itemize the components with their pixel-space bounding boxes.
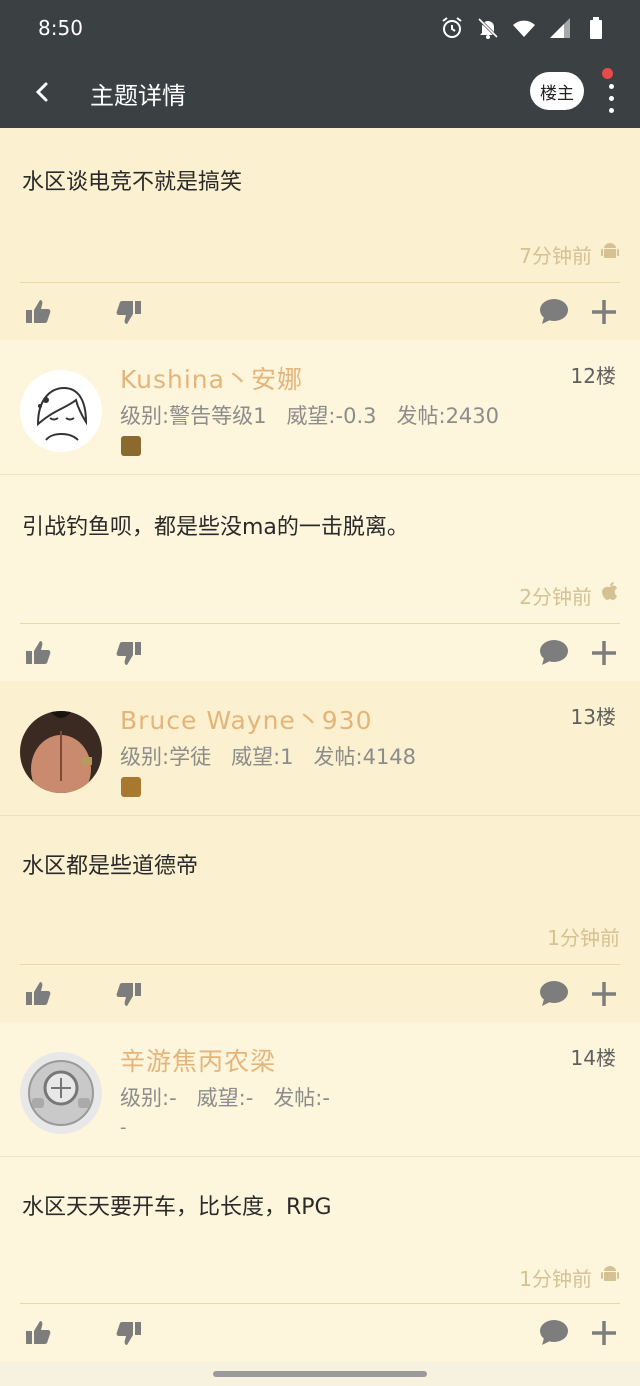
reply-list: 水区谈电竞不就是搞笑 7分钟前 Kushina丶安娜 12楼 级别:警告等级1 … [0, 128, 640, 1367]
user-stats: 级别:警告等级1 威望:-0.3 发帖:2430 [120, 400, 519, 430]
add-icon[interactable] [588, 1317, 620, 1349]
thumbs-down-icon[interactable] [113, 637, 145, 669]
wifi-icon [512, 16, 536, 40]
username[interactable]: Kushina丶安娜 [120, 360, 303, 396]
home-indicator[interactable] [0, 1362, 640, 1386]
thumbs-down-icon[interactable] [113, 296, 145, 328]
user-header: Kushina丶安娜 12楼 级别:警告等级1 威望:-0.3 发帖:2430 [0, 340, 640, 474]
add-icon[interactable] [588, 637, 620, 669]
add-icon[interactable] [588, 296, 620, 328]
add-icon[interactable] [588, 978, 620, 1010]
cellular-signal-icon [548, 16, 572, 40]
thumbs-down-icon[interactable] [113, 1317, 145, 1349]
user-post-count: 发帖:2430 [396, 404, 500, 428]
post-content: 水区谈电竞不就是搞笑 [22, 170, 243, 195]
post-time: 7分钟前 [519, 244, 592, 268]
user-stats: 级别:- 威望:- 发帖:- [120, 1082, 350, 1112]
post-time: 1分钟前 [519, 1267, 592, 1291]
comment-icon[interactable] [538, 978, 570, 1010]
post-content: 引战钓鱼呗，都是些没ma的一击脱离。 [22, 515, 409, 540]
apple-icon [600, 581, 620, 601]
owner-only-button[interactable]: 楼主 [530, 72, 584, 110]
username[interactable]: 辛游焦丙农梁 [120, 1042, 276, 1078]
floor-number: 13楼 [570, 705, 616, 729]
comment-icon[interactable] [538, 637, 570, 669]
user-extra: - [120, 1117, 127, 1138]
post-actions [0, 966, 640, 1022]
user-post-count: 发帖:4148 [313, 745, 417, 769]
username[interactable]: Bruce Wayne丶930 [120, 701, 373, 737]
post-item: 水区都是些道德帝 1分钟前 [0, 815, 640, 1022]
user-level: 级别:- [120, 1086, 177, 1110]
thumbs-down-icon[interactable] [113, 978, 145, 1010]
user-level: 级别:学徒 [120, 745, 212, 769]
status-icons [440, 16, 608, 40]
thumbs-up-icon[interactable] [22, 978, 54, 1010]
more-options-icon[interactable] [600, 68, 622, 116]
comment-icon[interactable] [538, 1317, 570, 1349]
post-content: 水区天天要开车，比长度，RPG [22, 1195, 332, 1220]
post-time: 1分钟前 [547, 926, 620, 950]
user-post-count: 发帖:- [273, 1086, 330, 1110]
thumbs-up-icon[interactable] [22, 1317, 54, 1349]
android-icon [600, 242, 620, 262]
alarm-icon [440, 16, 464, 40]
user-prestige: 威望:-0.3 [286, 404, 377, 428]
post-content: 水区都是些道德帝 [22, 854, 199, 879]
floor-number: 14楼 [570, 1046, 616, 1070]
floor-number: 12楼 [570, 364, 616, 388]
post-item: 水区谈电竞不就是搞笑 7分钟前 [0, 128, 640, 340]
post-item: 水区天天要开车，比长度，RPG 1分钟前 [0, 1156, 640, 1367]
post-actions [0, 284, 640, 340]
user-stats: 级别:学徒 威望:1 发帖:4148 [120, 741, 436, 771]
status-bar: 8:50 [0, 0, 640, 56]
thumbs-up-icon[interactable] [22, 637, 54, 669]
post-actions [0, 1305, 640, 1361]
user-prestige: 威望:1 [231, 745, 294, 769]
post-actions [0, 625, 640, 681]
thumbs-up-icon[interactable] [22, 296, 54, 328]
status-time: 8:50 [38, 16, 83, 40]
user-header: 辛游焦丙农梁 14楼 级别:- 威望:- 发帖:- - [0, 1022, 640, 1156]
user-header: Bruce Wayne丶930 13楼 级别:学徒 威望:1 发帖:4148 [0, 681, 640, 815]
avatar[interactable] [20, 370, 102, 452]
avatar[interactable] [20, 711, 102, 793]
notification-dot [602, 68, 613, 79]
user-level: 级别:警告等级1 [120, 404, 267, 428]
app-bar: 主题详情 楼主 [0, 56, 640, 128]
battery-icon [584, 16, 608, 40]
medal-badge-icon [121, 777, 141, 797]
notifications-off-icon [476, 16, 500, 40]
post-item: 引战钓鱼呗，都是些没ma的一击脱离。 2分钟前 [0, 474, 640, 681]
comment-icon[interactable] [538, 296, 570, 328]
avatar[interactable] [20, 1052, 102, 1134]
medal-badge-icon [121, 436, 141, 456]
android-icon [600, 1265, 620, 1285]
back-arrow-icon[interactable] [28, 76, 56, 108]
user-prestige: 威望:- [196, 1086, 254, 1110]
post-time: 2分钟前 [519, 585, 592, 609]
page-title: 主题详情 [90, 82, 186, 110]
